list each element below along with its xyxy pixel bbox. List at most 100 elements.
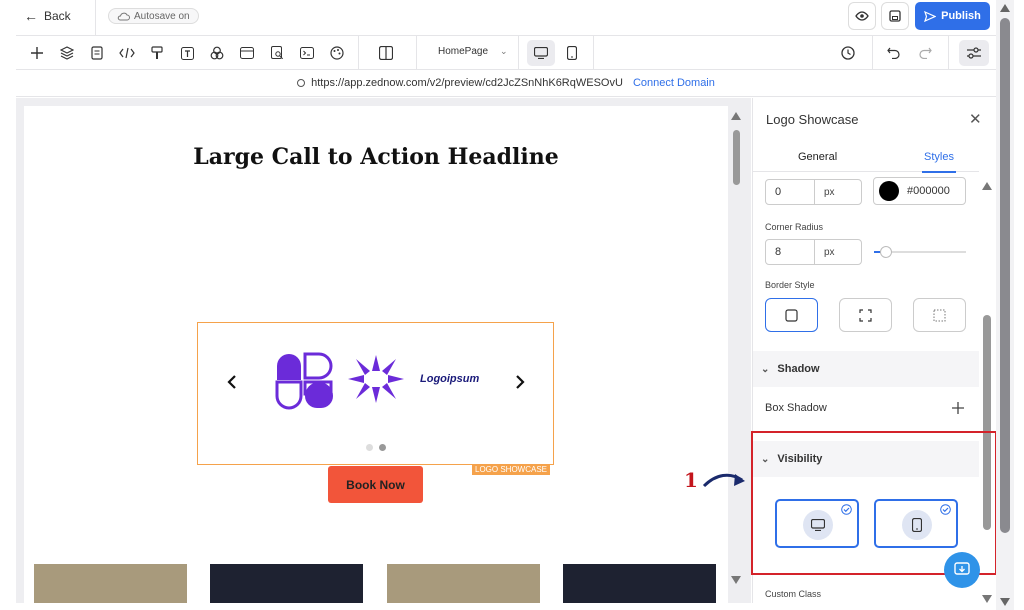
paint-button[interactable]: [148, 44, 166, 62]
box-shadow-label: Box Shadow: [765, 402, 827, 414]
scroll-thumb[interactable]: [733, 130, 740, 185]
tab-general[interactable]: General: [798, 151, 837, 163]
logoipsum-logo: Logoipsum: [420, 373, 480, 385]
add-element-button[interactable]: [28, 44, 46, 62]
console-button[interactable]: [298, 44, 316, 62]
corner-radius-input[interactable]: 8: [765, 239, 815, 265]
slider-handle[interactable]: [880, 246, 892, 258]
pages-button[interactable]: [88, 44, 106, 62]
page-canvas: Large Call to Action Headline Logoipsum: [24, 106, 728, 603]
scroll-thumb[interactable]: [1000, 18, 1010, 533]
section-button[interactable]: [238, 44, 256, 62]
columns-icon: [379, 46, 393, 60]
publish-button[interactable]: Publish: [915, 2, 990, 30]
page-search-icon: [270, 46, 283, 60]
feature-tile: [210, 564, 363, 603]
window-scrollbar[interactable]: [996, 0, 1014, 610]
preview-button[interactable]: [848, 2, 876, 30]
add-shadow-icon[interactable]: [952, 402, 964, 414]
logo-showcase-block[interactable]: Logoipsum: [197, 322, 554, 465]
editor-toolbar: HomePage ⌄: [16, 36, 996, 70]
border-color-picker[interactable]: #000000: [873, 177, 966, 205]
palette-icon: [330, 46, 344, 60]
seo-button[interactable]: [268, 44, 286, 62]
divider: [872, 36, 873, 70]
cta-headline[interactable]: Large Call to Action Headline: [24, 144, 728, 170]
divider: [95, 0, 96, 36]
help-chat-button[interactable]: [944, 552, 980, 588]
chevron-right-icon[interactable]: [514, 374, 526, 390]
arrow-left-icon: ←: [24, 8, 38, 24]
chevron-down-icon: ⌄: [500, 46, 508, 56]
border-solid-button[interactable]: [765, 298, 818, 332]
layers-icon: [60, 46, 74, 60]
corner-radius-unit[interactable]: px: [814, 239, 862, 265]
corner-radius-slider[interactable]: [874, 246, 966, 258]
chevron-down-icon: ⌄: [761, 363, 770, 375]
border-dotted-button[interactable]: [913, 298, 966, 332]
brush-icon: [151, 46, 163, 59]
components-button[interactable]: [208, 44, 226, 62]
chevron-left-icon[interactable]: [226, 374, 238, 390]
divider: [593, 36, 594, 70]
shadow-section-header[interactable]: ⌄ Shadow: [753, 351, 979, 387]
split-view-button[interactable]: [377, 44, 395, 62]
text-button[interactable]: [178, 44, 196, 62]
code-button[interactable]: [118, 44, 136, 62]
square-solid-icon: [785, 308, 798, 322]
text-icon: [180, 46, 194, 60]
autosave-badge: Autosave on: [108, 8, 199, 24]
desktop-view-button[interactable]: [527, 40, 555, 66]
carousel-dot-active[interactable]: [379, 444, 386, 451]
scroll-up-icon[interactable]: [982, 182, 992, 190]
terminal-icon: [300, 47, 314, 59]
feature-tile: [387, 564, 540, 603]
layers-button[interactable]: [58, 44, 76, 62]
custom-class-label: Custom Class: [765, 589, 822, 599]
redo-button[interactable]: [916, 44, 934, 62]
tab-styles[interactable]: Styles: [922, 151, 956, 173]
border-dashed-button[interactable]: [839, 298, 892, 332]
plus-icon: [31, 47, 43, 59]
page-selector[interactable]: HomePage ⌄: [438, 46, 508, 57]
preview-url[interactable]: https://app.zednow.com/v2/preview/cd2JcZ…: [311, 77, 623, 89]
panel-title: Logo Showcase: [766, 112, 859, 127]
scroll-up-icon[interactable]: [731, 112, 741, 120]
divider: [518, 36, 519, 70]
feature-tile: [34, 564, 187, 603]
book-now-button[interactable]: Book Now: [328, 466, 423, 503]
scroll-down-icon[interactable]: [982, 595, 992, 603]
mobile-view-button[interactable]: [558, 40, 586, 66]
scroll-down-icon[interactable]: [1000, 598, 1010, 606]
close-icon[interactable]: ✕: [969, 110, 982, 128]
border-width-input[interactable]: 0: [765, 179, 815, 205]
eye-icon: [855, 11, 869, 21]
scroll-up-icon[interactable]: [1000, 4, 1010, 12]
undo-button[interactable]: [885, 44, 903, 62]
logo-showcase-tag: LOGO SHOWCASE: [472, 465, 551, 475]
corner-radius-label: Corner Radius: [765, 222, 824, 232]
connect-domain-link[interactable]: Connect Domain: [633, 77, 715, 89]
back-label: Back: [44, 9, 71, 23]
app-window: ← Back Autosave on Publish HomePage ⌄ ht…: [0, 0, 1024, 610]
border-width-unit[interactable]: px: [814, 179, 862, 205]
settings-toggle-button[interactable]: [959, 40, 989, 66]
square-dotted-icon: [933, 309, 946, 321]
divider: [416, 36, 417, 70]
chat-icon: [954, 562, 970, 575]
status-circle-icon: [297, 79, 306, 87]
floppy-icon: [889, 10, 901, 22]
scroll-down-icon[interactable]: [731, 576, 741, 584]
page-icon: [91, 46, 103, 60]
autosave-label: Autosave on: [134, 10, 190, 22]
theme-button[interactable]: [328, 44, 346, 62]
history-button[interactable]: [839, 44, 857, 62]
annotation-arrow-icon: [702, 473, 745, 488]
canvas-scrollbar[interactable]: [729, 106, 743, 593]
carousel-dot[interactable]: [366, 444, 373, 451]
square-corners-icon: [859, 308, 872, 322]
save-button[interactable]: [881, 2, 909, 30]
redo-icon: [919, 47, 932, 59]
divider: [948, 36, 949, 70]
back-button[interactable]: ← Back: [24, 0, 71, 32]
